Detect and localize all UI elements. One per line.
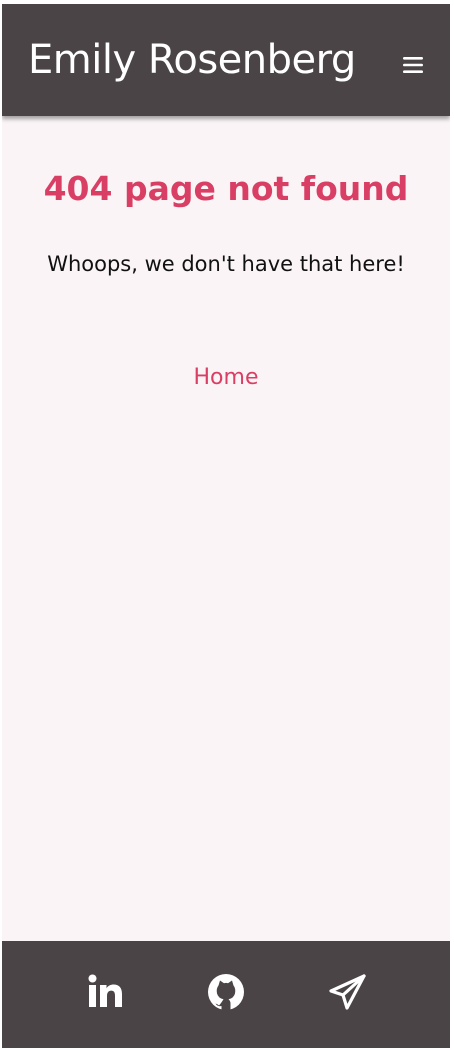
hamburger-menu-icon [398,50,428,80]
linkedin-icon [83,970,127,1014]
home-link[interactable]: Home [2,362,450,394]
site-footer [2,941,450,1048]
github-link[interactable] [204,970,248,1014]
paper-plane-icon [326,970,370,1014]
linkedin-link[interactable] [83,970,127,1014]
error-message: Whoops, we don't have that here! [47,252,405,276]
site-header: Emily Rosenberg [2,4,450,116]
site-title[interactable]: Emily Rosenberg [28,34,356,86]
contact-link[interactable] [326,970,370,1014]
github-icon [204,970,248,1014]
page: Emily Rosenberg 404 page not found Whoop… [2,4,450,1048]
error-heading: 404 page not found [43,169,409,208]
menu-button[interactable] [398,50,428,80]
